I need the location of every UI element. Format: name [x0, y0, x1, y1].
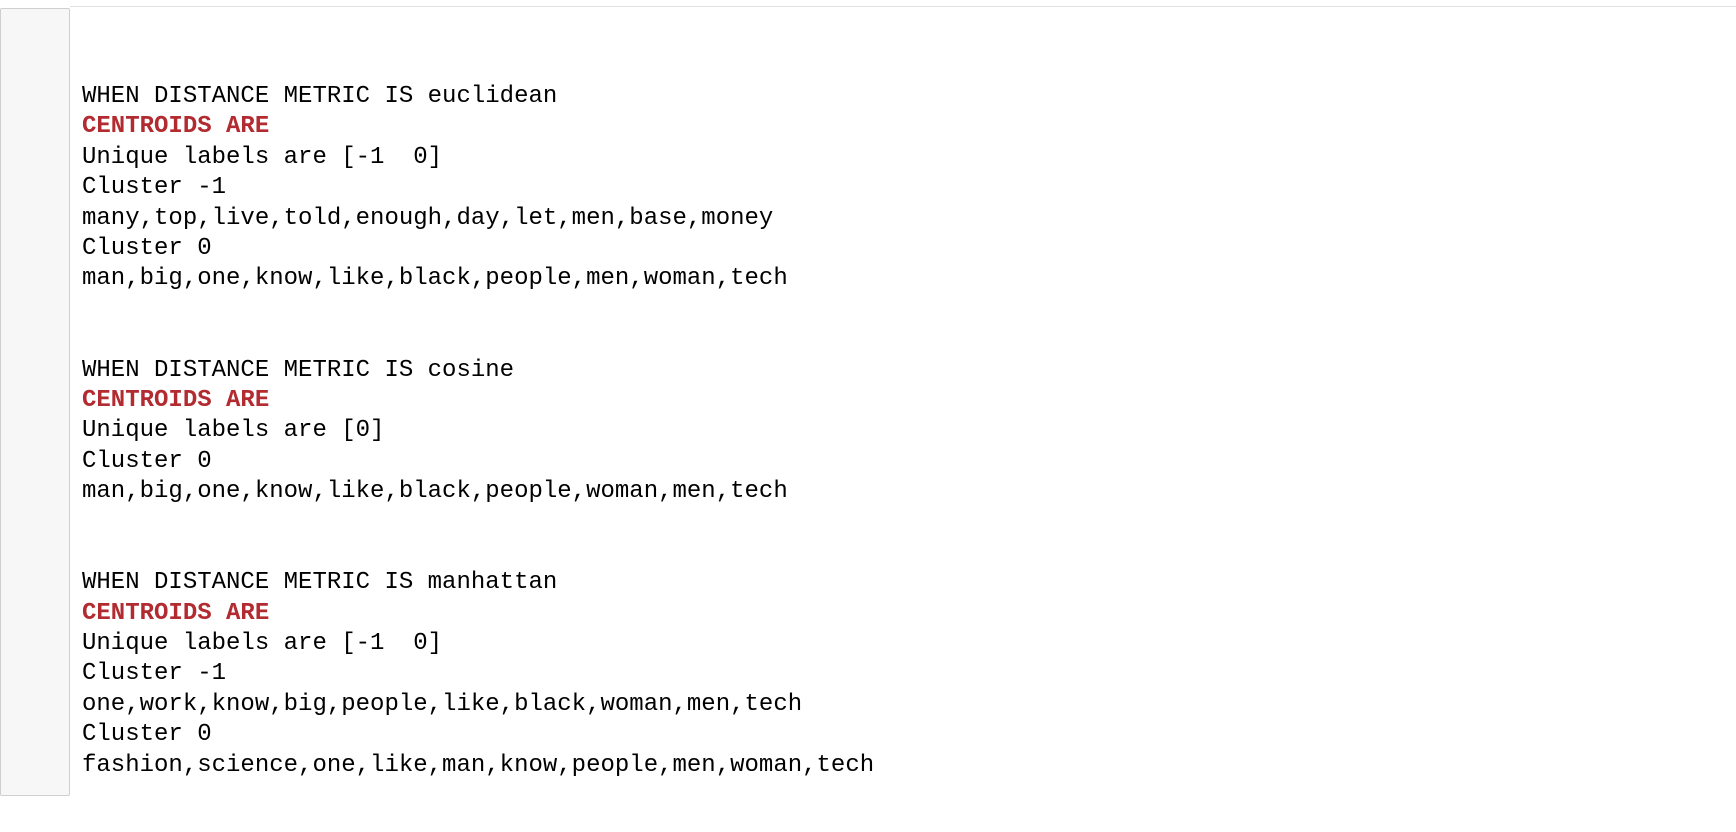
- metric-block-manhattan: WHEN DISTANCE METRIC IS manhattan CENTRO…: [82, 568, 874, 781]
- cluster-header: Cluster -1: [82, 174, 227, 202]
- unique-labels-line: Unique labels are [-1 0]: [82, 143, 443, 171]
- cluster-header: Cluster 0: [82, 721, 212, 749]
- block-gap: [82, 507, 874, 568]
- cell-output: WHEN DISTANCE METRIC IS euclidean CENTRO…: [82, 82, 874, 781]
- centroids-label: CENTROIDS ARE: [82, 599, 270, 627]
- cluster-words: man,big,one,know,like,black,people,men,w…: [82, 265, 788, 293]
- metric-block-euclidean: WHEN DISTANCE METRIC IS euclidean CENTRO…: [82, 82, 874, 295]
- cluster-words: fashion,science,one,like,man,know,people…: [82, 751, 875, 779]
- unique-labels-line: Unique labels are [0]: [82, 417, 385, 445]
- centroids-label: CENTROIDS ARE: [82, 386, 270, 414]
- cluster-words: many,top,live,told,enough,day,let,men,ba…: [82, 204, 774, 232]
- cluster-words: man,big,one,know,like,black,people,woman…: [82, 478, 788, 506]
- block-gap: [82, 295, 874, 356]
- cell-top-border: [70, 6, 1736, 7]
- metric-line: WHEN DISTANCE METRIC IS euclidean: [82, 83, 558, 110]
- metric-line: WHEN DISTANCE METRIC IS cosine: [82, 356, 515, 384]
- cluster-header: Cluster 0: [82, 447, 212, 475]
- unique-labels-line: Unique labels are [-1 0]: [82, 630, 443, 658]
- metric-block-cosine: WHEN DISTANCE METRIC IS cosine CENTROIDS…: [82, 356, 874, 508]
- cluster-words: one,work,know,big,people,like,black,woma…: [82, 690, 803, 718]
- cluster-header: Cluster 0: [82, 234, 212, 262]
- metric-line: WHEN DISTANCE METRIC IS manhattan: [82, 569, 558, 597]
- cluster-header: Cluster -1: [82, 660, 227, 688]
- centroids-label: CENTROIDS ARE: [82, 113, 270, 141]
- output-prompt-gutter: [0, 8, 70, 796]
